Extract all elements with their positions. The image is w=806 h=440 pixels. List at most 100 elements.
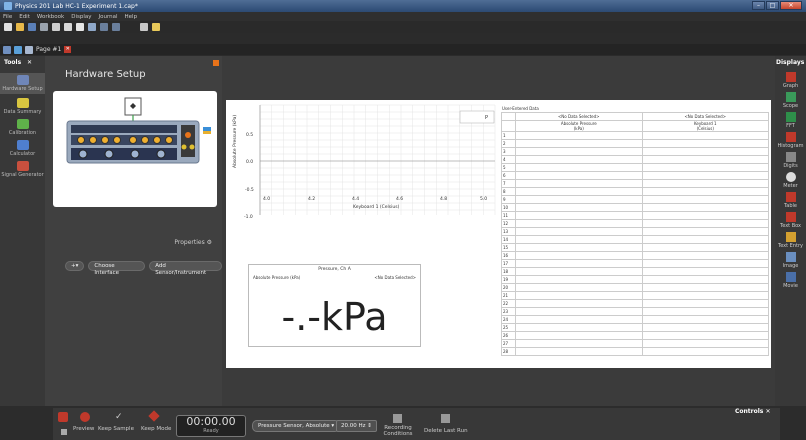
table-row[interactable]: 22 <box>501 299 769 308</box>
keep-mode-icon[interactable] <box>148 410 160 422</box>
table-cell[interactable] <box>641 187 769 196</box>
table-cell[interactable] <box>641 235 769 244</box>
display-graph[interactable]: Graph <box>775 72 806 89</box>
table-cell[interactable] <box>641 331 769 340</box>
table-cell[interactable] <box>515 211 643 220</box>
keep-mode-button[interactable]: Keep Mode <box>141 426 171 432</box>
cut-icon[interactable] <box>52 23 60 31</box>
tool-hardware-setup[interactable]: Hardware Setup <box>0 73 45 94</box>
digits-display[interactable]: Pressure, Ch A Absolute Pressure (kPa) <… <box>248 264 421 347</box>
preview-button[interactable]: Preview <box>73 426 94 432</box>
display-digits[interactable]: Digits <box>775 152 806 169</box>
table-cell[interactable] <box>641 275 769 284</box>
table-cell[interactable] <box>641 251 769 260</box>
undo-icon[interactable] <box>100 23 108 31</box>
choose-interface-button[interactable]: Choose Interface <box>88 261 146 276</box>
table-row[interactable]: 25 <box>501 323 769 332</box>
table-cell[interactable] <box>515 347 643 356</box>
sample-rate-stepper[interactable]: 20.00 Hz ⇕ <box>336 420 377 432</box>
menu-display[interactable]: Display <box>71 14 91 20</box>
table-cell[interactable] <box>641 339 769 348</box>
copy-icon[interactable] <box>64 23 72 31</box>
image-icon[interactable] <box>88 23 96 31</box>
close-window-button[interactable]: ✕ <box>780 1 802 10</box>
table-cell[interactable] <box>515 155 643 164</box>
menu-help[interactable]: Help <box>125 14 138 20</box>
table-row[interactable]: 19 <box>501 275 769 284</box>
table-cell[interactable] <box>515 243 643 252</box>
table-cell[interactable] <box>641 291 769 300</box>
display-image[interactable]: Image <box>775 252 806 269</box>
data-table[interactable]: <No Data Selected> <No Data Selected> Ab… <box>501 112 769 356</box>
col2-data-selector[interactable]: <No Data Selected> <box>641 112 769 121</box>
table-cell[interactable] <box>641 347 769 356</box>
graph-display[interactable]: P <box>230 103 498 215</box>
table-row[interactable]: 23 <box>501 307 769 316</box>
table-cell[interactable] <box>641 219 769 228</box>
page-settings-icon[interactable] <box>14 45 22 54</box>
table-cell[interactable] <box>641 227 769 236</box>
table-cell[interactable] <box>641 283 769 292</box>
table-row[interactable]: 24 <box>501 315 769 324</box>
table-row[interactable]: 15 <box>501 243 769 252</box>
table-row[interactable]: 28 <box>501 347 769 356</box>
table-row[interactable]: 13 <box>501 227 769 236</box>
table-row[interactable]: 10 <box>501 203 769 212</box>
table-display[interactable]: User-Entered Data <No Data Selected> <No… <box>499 104 769 360</box>
graph-plot-area[interactable]: P <box>230 103 498 215</box>
table-cell[interactable] <box>641 139 769 148</box>
page-list-icon[interactable] <box>3 45 11 54</box>
table-cell[interactable] <box>515 331 643 340</box>
table-row[interactable]: 2 <box>501 139 769 148</box>
table-cell[interactable] <box>515 299 643 308</box>
table-cell[interactable] <box>641 299 769 308</box>
table-cell[interactable] <box>515 131 643 140</box>
table-cell[interactable] <box>641 203 769 212</box>
display-movie[interactable]: Movie <box>775 272 806 289</box>
display-table[interactable]: Table <box>775 192 806 209</box>
table-cell[interactable] <box>515 139 643 148</box>
table-cell[interactable] <box>641 171 769 180</box>
redo-icon[interactable] <box>112 23 120 31</box>
display-scope[interactable]: Scope <box>775 92 806 109</box>
table-cell[interactable] <box>641 323 769 332</box>
journal-icon[interactable] <box>152 23 160 31</box>
table-cell[interactable] <box>515 163 643 172</box>
table-cell[interactable] <box>641 267 769 276</box>
display-meter[interactable]: Meter <box>775 172 806 189</box>
open-icon[interactable] <box>16 23 24 31</box>
table-cell[interactable] <box>515 323 643 332</box>
table-cell[interactable] <box>641 131 769 140</box>
table-cell[interactable] <box>515 339 643 348</box>
table-row[interactable]: 4 <box>501 155 769 164</box>
digits-measurement-label[interactable]: Absolute Pressure (kPa) <box>253 275 300 280</box>
table-cell[interactable] <box>641 243 769 252</box>
keep-sample-icon[interactable]: ✓ <box>115 412 123 422</box>
close-page-icon[interactable]: ✕ <box>64 46 72 53</box>
table-row[interactable]: 18 <box>501 267 769 276</box>
table-row[interactable]: 17 <box>501 259 769 268</box>
delete-last-run-button[interactable]: Delete Last Run <box>424 428 468 434</box>
table-cell[interactable] <box>641 195 769 204</box>
menu-workbook[interactable]: Workbook <box>37 14 64 20</box>
preview-icon[interactable] <box>80 412 90 422</box>
mode-menu-icon[interactable] <box>61 429 67 435</box>
display-text-entry[interactable]: Text Entry <box>775 232 806 249</box>
table-cell[interactable] <box>515 283 643 292</box>
interface-menu-button[interactable]: +▾ <box>65 261 85 271</box>
table-cell[interactable] <box>515 315 643 324</box>
keep-sample-button[interactable]: Keep Sample <box>98 426 134 432</box>
table-cell[interactable] <box>515 227 643 236</box>
record-mode-icon[interactable] <box>58 412 68 422</box>
tool-calculator[interactable]: Calculator <box>0 140 45 157</box>
display-fft[interactable]: FFT <box>775 112 806 129</box>
table-cell[interactable] <box>515 291 643 300</box>
table-cell[interactable] <box>515 179 643 188</box>
delete-run-icon[interactable] <box>441 414 450 423</box>
menu-file[interactable]: File <box>3 14 12 20</box>
maximize-button[interactable]: □ <box>766 1 779 10</box>
table-row[interactable]: 21 <box>501 291 769 300</box>
table-cell[interactable] <box>641 163 769 172</box>
table-cell[interactable] <box>515 195 643 204</box>
table-cell[interactable] <box>641 179 769 188</box>
